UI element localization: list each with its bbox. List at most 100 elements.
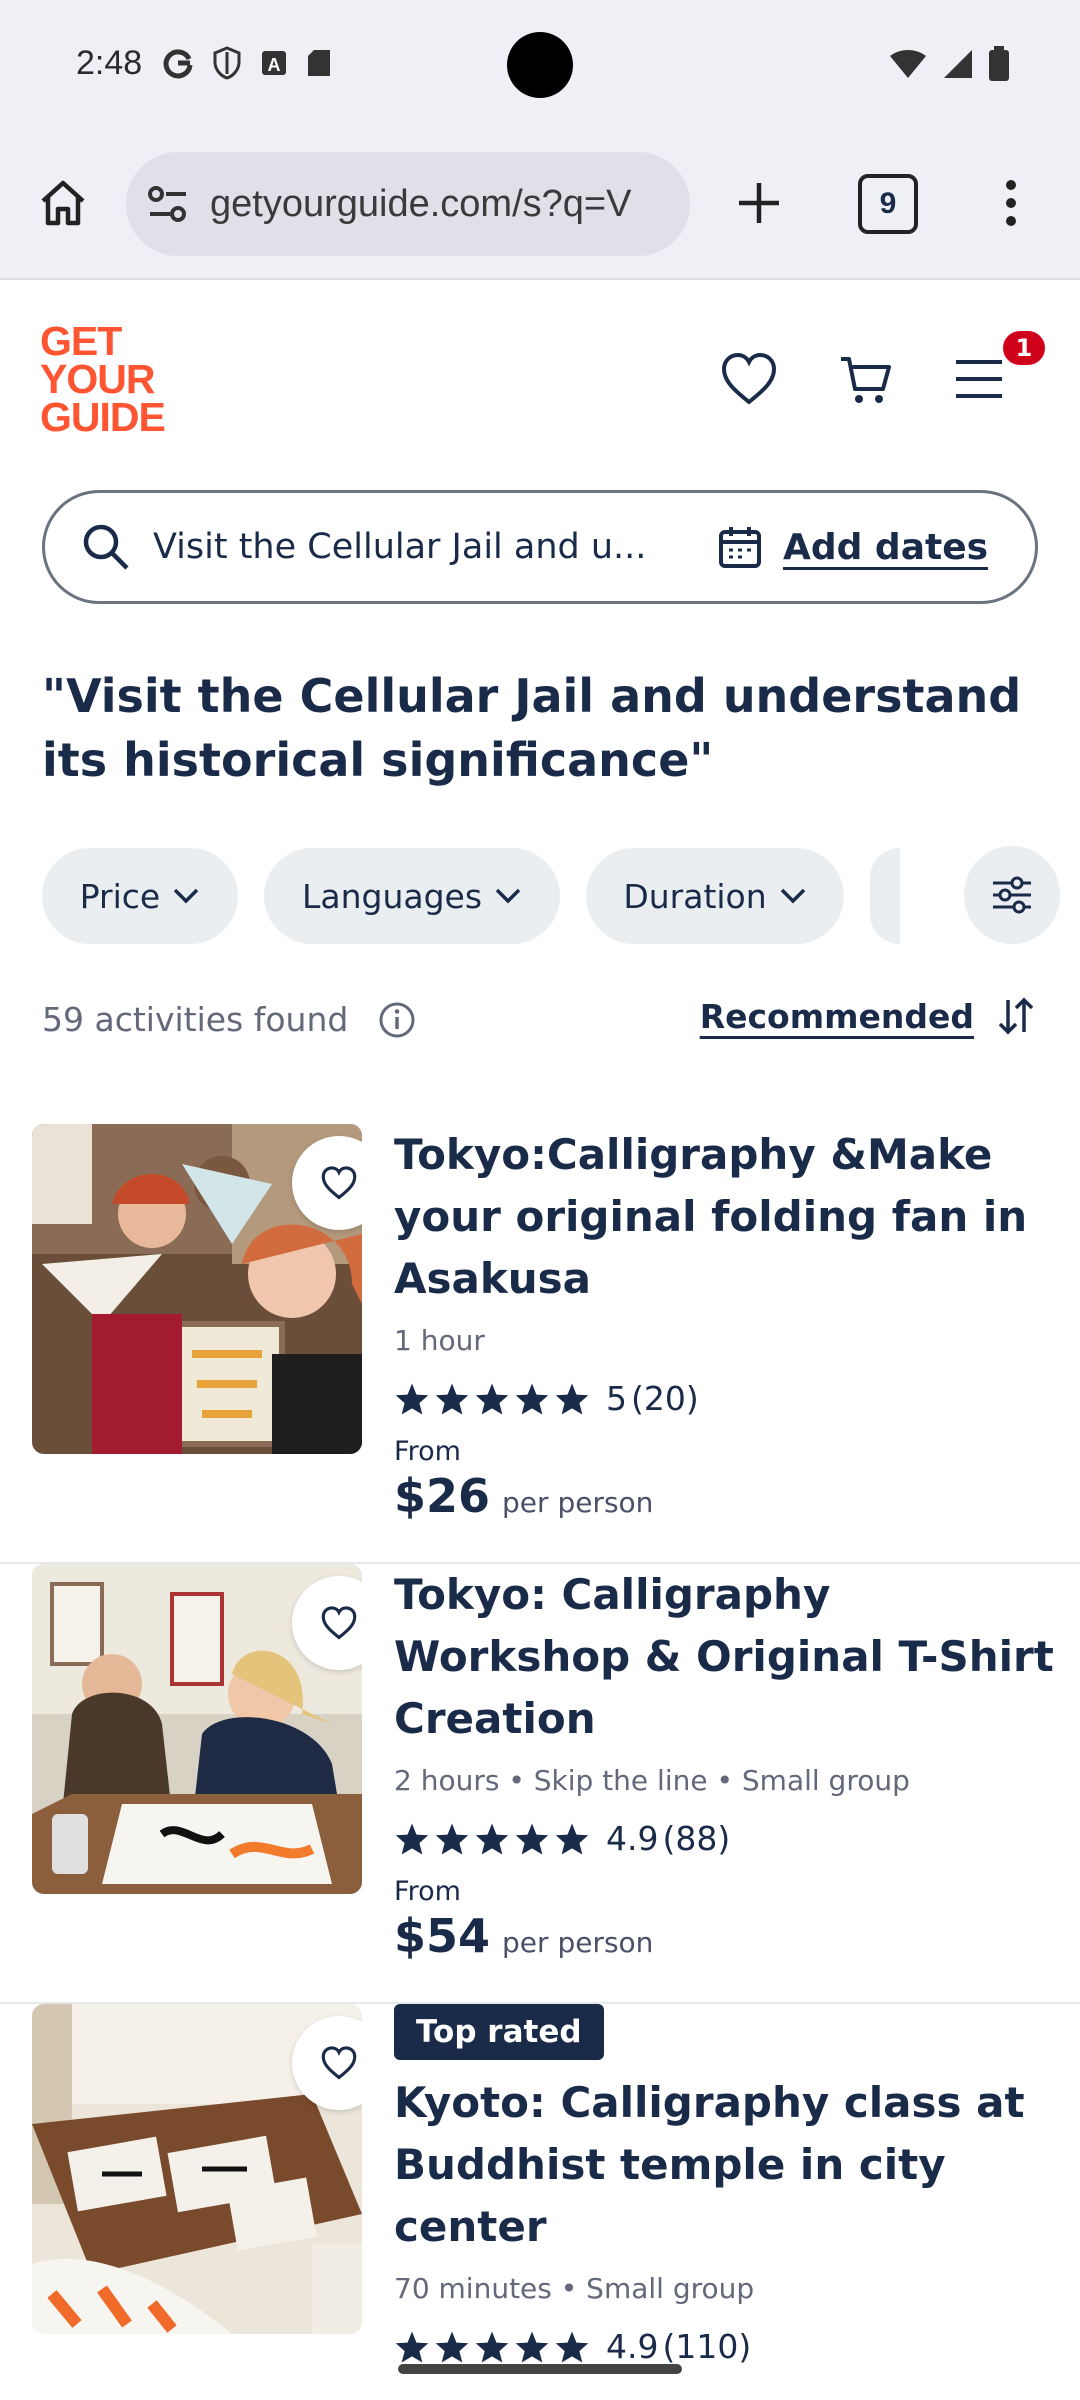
info-icon[interactable] [378, 1001, 416, 1039]
signal-icon [944, 50, 972, 78]
cart-button[interactable] [832, 346, 898, 412]
more-vertical-icon [1006, 180, 1016, 226]
price-filter-label: Price [79, 876, 161, 916]
star-rating [394, 2330, 590, 2364]
duration-filter-label: Duration [623, 876, 767, 916]
star-icon [555, 1822, 589, 1855]
svg-text:A: A [268, 55, 281, 75]
review-count: (110) [662, 2327, 752, 2366]
heart-icon [321, 1166, 357, 1200]
cart-icon [841, 357, 891, 403]
star-icon [395, 1822, 429, 1855]
address-bar[interactable]: getyourguide.com/s?q=V [126, 152, 690, 256]
star-icon [515, 2330, 549, 2363]
add-dates-label: Add dates [783, 526, 989, 568]
activity-details: Top rated Kyoto: Calligraphy class at Bu… [394, 2004, 1054, 2366]
tab-switcher-button[interactable]: 9 [858, 174, 918, 234]
status-time: 2:48 [76, 44, 143, 82]
heart-icon [721, 352, 777, 405]
price-from-label: From [394, 1876, 461, 1907]
hamburger-icon [956, 360, 1002, 398]
duration-filter-chip[interactable]: Duration [586, 848, 844, 944]
star-icon [435, 1822, 469, 1855]
activity-image[interactable] [32, 1124, 362, 1454]
new-tab-button[interactable] [726, 170, 792, 236]
activity-card[interactable]: Top rated Kyoto: Calligraphy class at Bu… [0, 2004, 1080, 2400]
star-icon [475, 1382, 509, 1415]
review-count: (88) [662, 1819, 731, 1858]
activity-details: Tokyo:Calligraphy &Make your original fo… [394, 1124, 1054, 1523]
rating-value: 4.9 [606, 2327, 659, 2366]
activity-image[interactable] [32, 1564, 362, 1894]
search-icon [83, 524, 129, 570]
rating: 5 (20) [394, 1379, 1054, 1418]
plus-icon [739, 183, 779, 223]
activity-image[interactable] [32, 2004, 362, 2334]
menu-notification-badge: 1 [1000, 328, 1048, 368]
star-icon [475, 1822, 509, 1855]
languages-filter-label: Languages [301, 876, 483, 916]
price-from-label: From [394, 1436, 461, 1467]
chevron-down-icon [780, 888, 805, 904]
activity-meta: 1 hour [394, 1324, 485, 1357]
system-icons [888, 46, 1010, 82]
star-rating [394, 1822, 590, 1856]
notification-icons: A [162, 46, 332, 80]
top-rated-badge: Top rated [394, 2004, 604, 2060]
home-button[interactable] [30, 170, 96, 236]
getyourguide-logo[interactable]: GET YOUR GUIDE [40, 321, 190, 438]
camera-cutout [507, 32, 573, 98]
price: $54 [394, 1909, 491, 1963]
star-icon [515, 1822, 549, 1855]
price-unit: per person [502, 1486, 654, 1519]
price-unit: per person [502, 1926, 654, 1959]
sort-label: Recommended [699, 996, 974, 1036]
star-icon [395, 1382, 429, 1415]
wishlist-button[interactable] [716, 346, 782, 412]
browser-menu-button[interactable] [986, 170, 1036, 236]
battery-icon [989, 46, 1009, 81]
star-icon [435, 1382, 469, 1415]
activity-title[interactable]: Tokyo:Calligraphy &Make your original fo… [394, 1124, 1054, 1310]
home-icon [41, 180, 85, 226]
price-filter-chip[interactable]: Price [42, 848, 238, 944]
activity-meta: 2 hours • Skip the line • Small group [394, 1764, 910, 1797]
star-icon [555, 2330, 589, 2363]
activity-card[interactable]: Tokyo:Calligraphy &Make your original fo… [0, 1124, 1080, 1564]
status-bar: 2:48 A [0, 0, 1080, 130]
sliders-icon [993, 876, 1031, 914]
more-filter-chip-partial[interactable] [870, 848, 900, 944]
languages-filter-chip[interactable]: Languages [264, 848, 560, 944]
search-results-heading: "Visit the Cellular Jail and understand … [42, 669, 1022, 787]
font-icon: A [262, 51, 286, 75]
star-icon [555, 1382, 589, 1415]
browser-toolbar: getyourguide.com/s?q=V 9 [0, 130, 1080, 280]
sort-icon [998, 997, 1034, 1035]
chevron-down-icon [495, 888, 521, 904]
activity-title[interactable]: Tokyo: Calligraphy Workshop & Original T… [394, 1564, 1054, 1750]
search-input[interactable]: Visit the Cellular Jail and u... [153, 527, 693, 567]
price: $26 [394, 1469, 491, 1523]
star-icon [515, 1382, 549, 1415]
url-text: getyourguide.com/s?q=V [210, 182, 632, 225]
activity-card[interactable]: Tokyo: Calligraphy Workshop & Original T… [0, 1564, 1080, 2004]
all-filters-button[interactable] [964, 846, 1060, 944]
chevron-down-icon [174, 888, 199, 904]
activity-title[interactable]: Kyoto: Calligraphy class at Buddhist tem… [394, 2072, 1054, 2258]
activity-meta: 70 minutes • Small group [394, 2272, 755, 2305]
site-settings-icon[interactable] [146, 184, 190, 224]
activity-details: Tokyo: Calligraphy Workshop & Original T… [394, 1564, 1054, 1963]
star-icon [435, 2330, 469, 2363]
results-count-text: 59 activities found [42, 1000, 349, 1039]
rating-value: 5 [606, 1379, 627, 1418]
rating: 4.9 (88) [394, 1819, 1054, 1858]
gesture-home-indicator[interactable] [398, 2364, 682, 2374]
add-dates-button[interactable]: Add dates [717, 524, 988, 570]
google-icon [163, 49, 193, 79]
search-bar[interactable]: Visit the Cellular Jail and u... Add dat… [42, 490, 1038, 604]
sd-card-icon [308, 50, 330, 76]
results-count: 59 activities found [42, 1000, 416, 1039]
sort-button[interactable]: Recommended [700, 996, 1036, 1036]
heart-icon [321, 1606, 357, 1640]
star-icon [475, 2330, 509, 2363]
